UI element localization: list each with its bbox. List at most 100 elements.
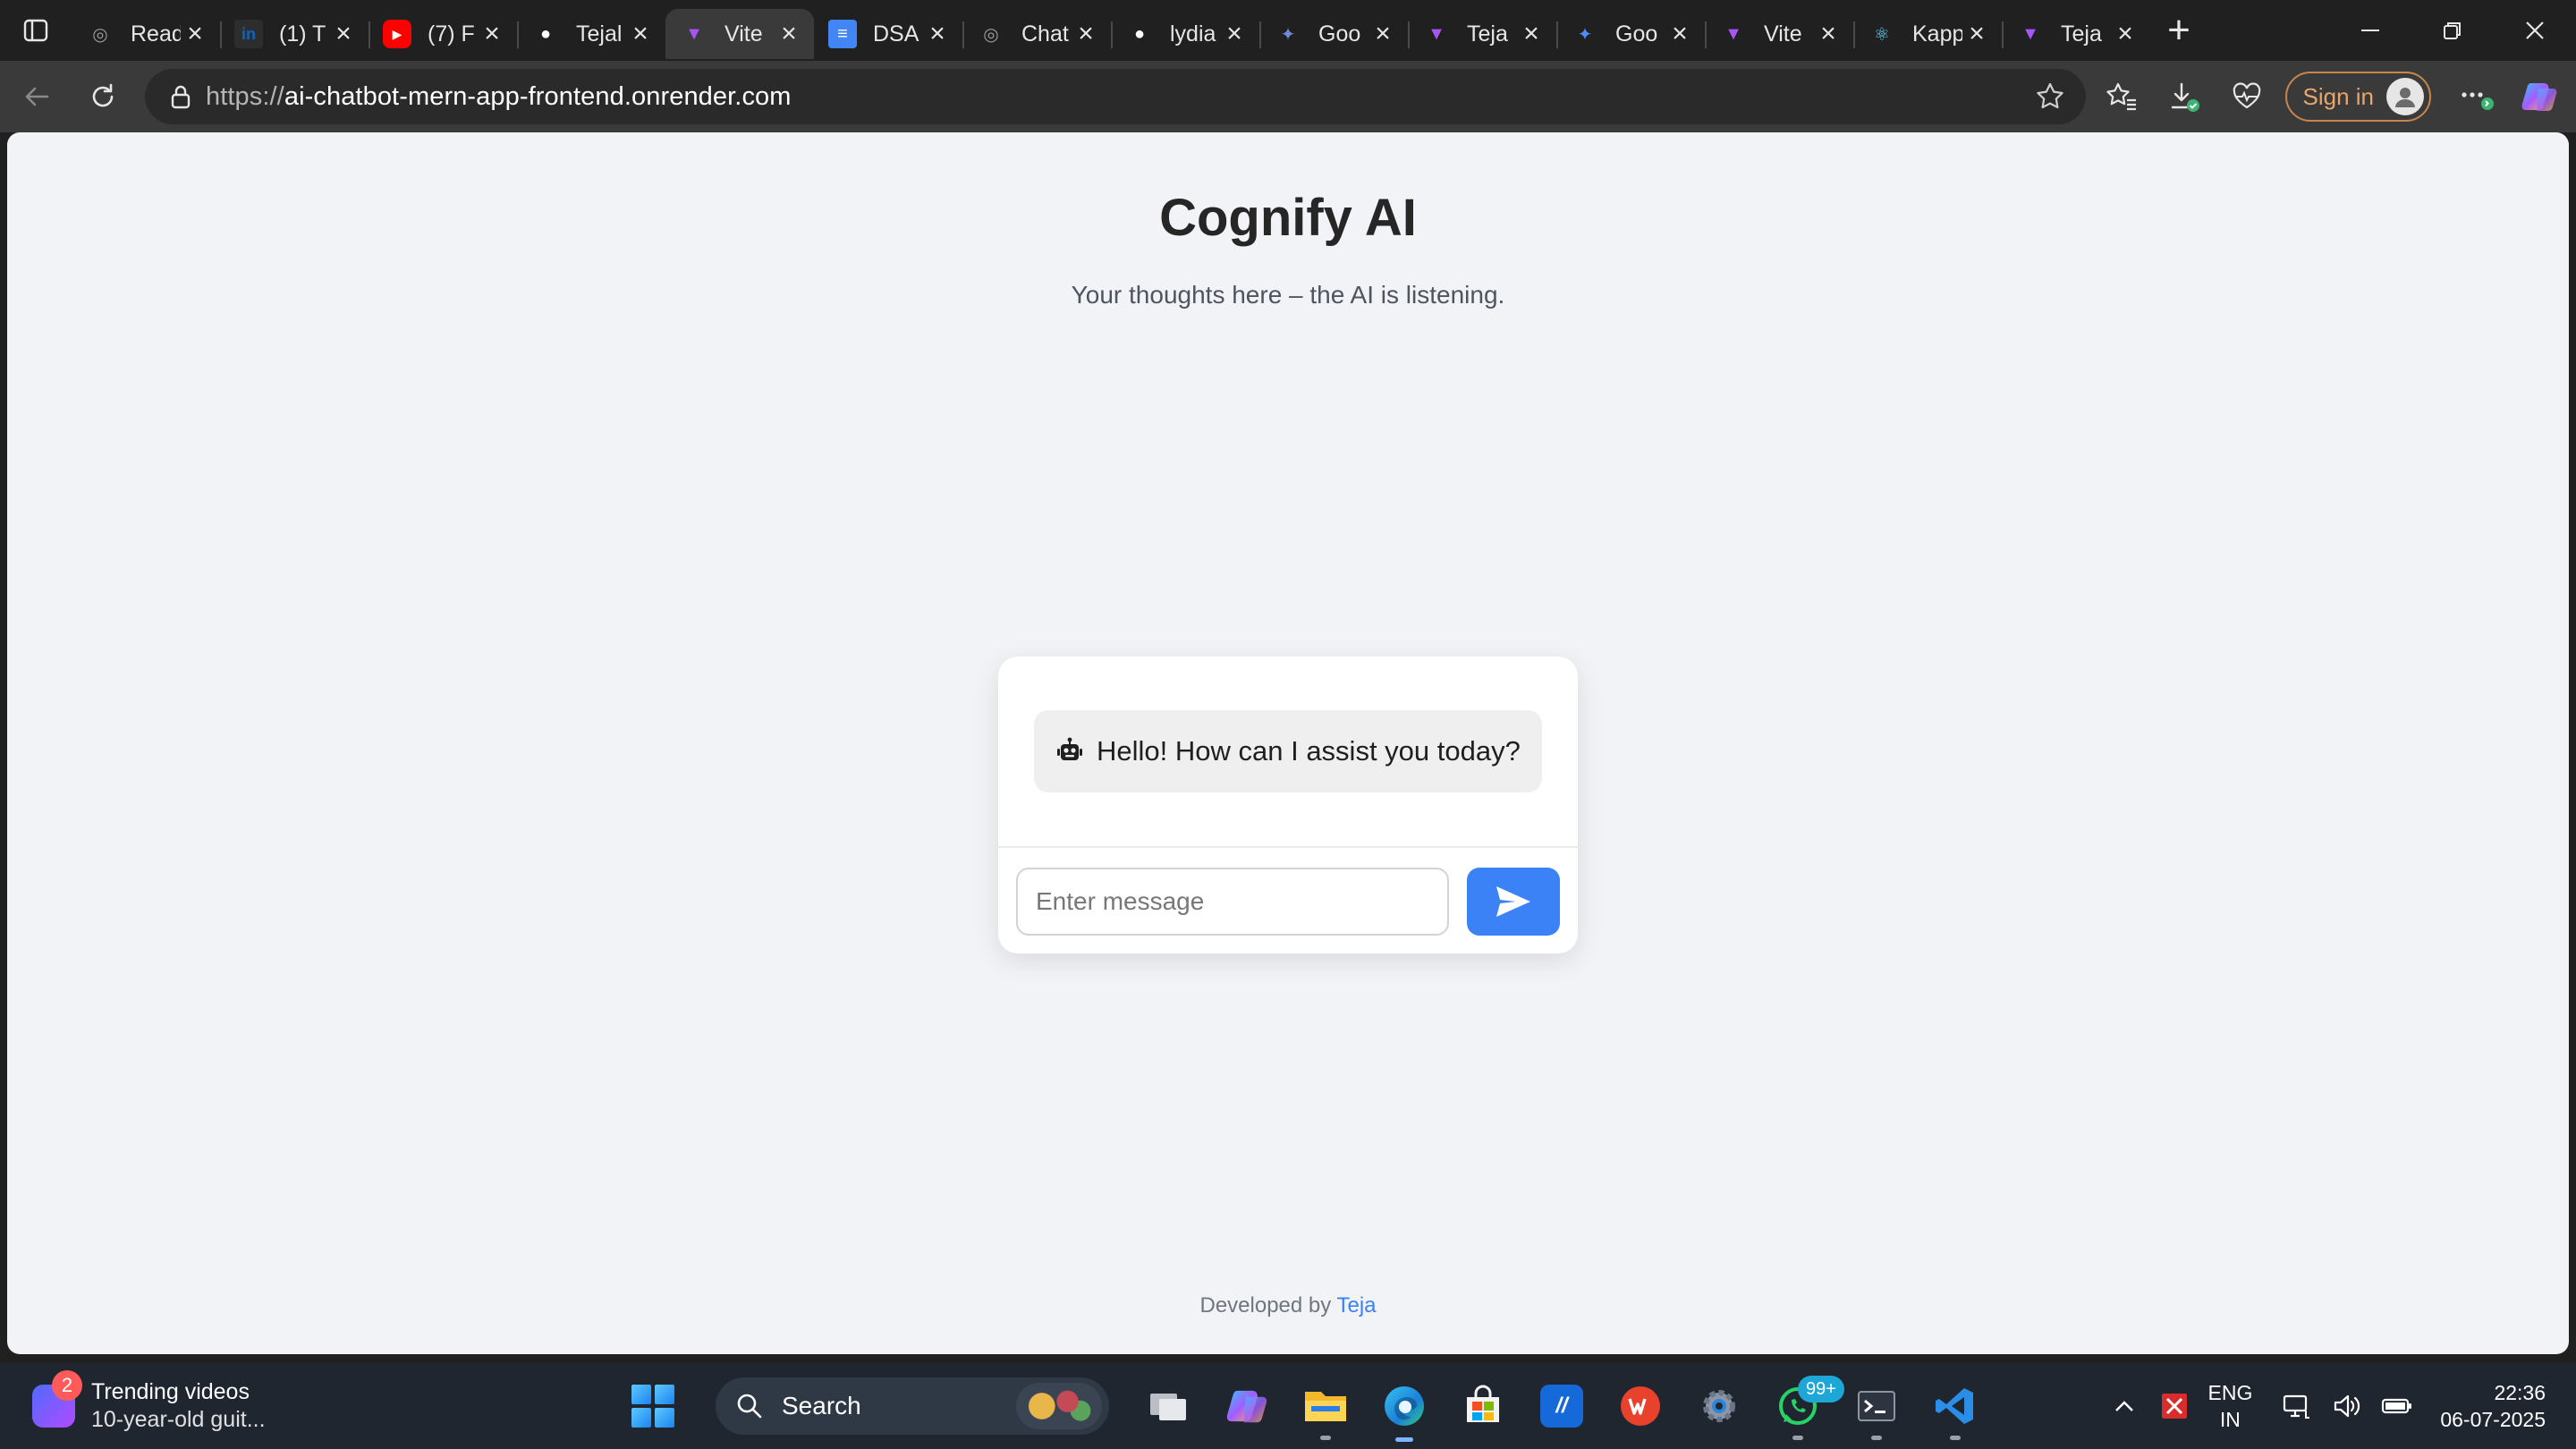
- vscode-app[interactable]: [1916, 1370, 1995, 1442]
- site-info-button[interactable]: [156, 83, 206, 110]
- page-title: Cognify AI: [1159, 189, 1417, 247]
- minimize-button[interactable]: [2329, 0, 2411, 61]
- robot-icon: [1055, 736, 1086, 767]
- github-icon: ●: [539, 23, 552, 44]
- back-button[interactable]: [4, 64, 70, 130]
- reload-icon: [92, 83, 114, 107]
- volume-button[interactable]: [2322, 1379, 2372, 1433]
- address-bar[interactable]: https://ai-chatbot-mern-app-frontend.onr…: [145, 69, 2086, 124]
- microsoft-store-app[interactable]: [1444, 1370, 1522, 1442]
- tab-close-icon[interactable]: ×: [181, 19, 209, 48]
- restore-button[interactable]: [2411, 0, 2494, 61]
- browser-tab[interactable]: ≡ DSA ×: [814, 9, 962, 59]
- lang-primary: ENG: [2207, 1381, 2253, 1404]
- azure-data-studio-app[interactable]: //: [1522, 1370, 1601, 1442]
- network-button[interactable]: [2272, 1379, 2322, 1433]
- sign-in-button[interactable]: Sign in: [2284, 72, 2431, 122]
- tab-title: Tejal: [576, 21, 623, 47]
- browser-essentials-button[interactable]: [2216, 65, 2278, 128]
- file-explorer-app[interactable]: [1286, 1370, 1365, 1442]
- shield-alert-icon: [2161, 1394, 2187, 1419]
- tab-close-icon[interactable]: ×: [1220, 19, 1249, 48]
- tab-close-icon[interactable]: ×: [329, 19, 358, 48]
- search-label: Search: [782, 1392, 861, 1419]
- copilot-app[interactable]: [1208, 1370, 1286, 1442]
- reload-button[interactable]: [70, 64, 136, 130]
- show-hidden-icons-button[interactable]: [2099, 1379, 2149, 1433]
- copilot-button[interactable]: [2508, 65, 2571, 128]
- docs-icon: ≡: [828, 20, 857, 48]
- browser-tab[interactable]: ▼ Teja ×: [1408, 9, 1556, 59]
- network-icon: [2284, 1394, 2310, 1419]
- widgets-subtitle: 10-year-old guit...: [91, 1407, 266, 1432]
- browser-tab[interactable]: ● Tejal ×: [517, 9, 665, 59]
- azure-icon: //: [1540, 1385, 1583, 1428]
- tab-actions-button[interactable]: [0, 0, 72, 61]
- message-input[interactable]: [1016, 868, 1449, 936]
- copilot-app-icon: [1226, 1390, 1267, 1423]
- lang-secondary: IN: [2219, 1408, 2241, 1431]
- tab-close-icon[interactable]: ×: [626, 19, 655, 48]
- downloads-button[interactable]: [2153, 65, 2216, 128]
- footer-prefix: Developed by: [1199, 1293, 1332, 1318]
- browser-tab[interactable]: ✦ Goo ×: [1556, 9, 1705, 59]
- browser-tab[interactable]: ▼ Vite ×: [1705, 9, 1853, 59]
- tab-close-icon[interactable]: ×: [478, 19, 506, 48]
- tab-close-icon[interactable]: ×: [1368, 19, 1397, 48]
- browser-tab[interactable]: ▼ Teja ×: [2002, 9, 2150, 59]
- tab-title: lydia: [1170, 21, 1216, 47]
- widgets-title: Trending videos: [91, 1379, 250, 1404]
- edge-app[interactable]: [1365, 1370, 1444, 1442]
- chevron-up-icon: [2114, 1401, 2133, 1411]
- vite-icon: ▼: [1428, 23, 1445, 44]
- tab-close-icon[interactable]: ×: [775, 19, 803, 48]
- whatsapp-app[interactable]: 99+: [1758, 1370, 1844, 1442]
- settings-more-button[interactable]: [2445, 65, 2508, 128]
- clock-date: 06-07-2025: [2440, 1408, 2546, 1431]
- clock-button[interactable]: 22:36 06-07-2025: [2440, 1379, 2546, 1433]
- browser-tab[interactable]: ▼ Vite ×: [665, 9, 814, 59]
- chat-window: Hello! How can I assist you today?: [998, 657, 1578, 953]
- favorites-button[interactable]: [2090, 65, 2153, 128]
- close-window-button[interactable]: [2494, 0, 2576, 61]
- settings-app[interactable]: [1680, 1370, 1758, 1442]
- browser-tab[interactable]: ✦ Goo ×: [1259, 9, 1408, 59]
- taskbar-apps: Search // 99+: [626, 1370, 1995, 1442]
- send-button[interactable]: [1467, 868, 1560, 936]
- tab-close-icon[interactable]: ×: [1814, 19, 1843, 48]
- footer-author-link[interactable]: Teja: [1336, 1293, 1376, 1318]
- browser-tab[interactable]: ◎ Chat ×: [962, 9, 1111, 59]
- folder-icon: [1305, 1392, 1346, 1421]
- url-text: https://ai-chatbot-mern-app-frontend.onr…: [206, 82, 2023, 112]
- search-highlight-image: [1016, 1383, 1102, 1429]
- widgets-button[interactable]: 2 Trending videos 10-year-old guit...: [32, 1370, 266, 1438]
- new-tab-button[interactable]: +: [2150, 0, 2207, 61]
- tab-close-icon[interactable]: ×: [1962, 19, 1991, 48]
- tab-close-icon[interactable]: ×: [1072, 19, 1100, 48]
- start-button[interactable]: [626, 1379, 680, 1433]
- browser-tab[interactable]: ▶ (7) F ×: [369, 9, 517, 59]
- battery-button[interactable]: [2372, 1379, 2422, 1433]
- browser-toolbar: https://ai-chatbot-mern-app-frontend.onr…: [0, 61, 2576, 132]
- openai-icon: ◎: [983, 24, 999, 45]
- favorite-button[interactable]: [2023, 81, 2077, 112]
- widgets-text: Trending videos 10-year-old guit...: [91, 1379, 266, 1433]
- browser-tab[interactable]: ⚛ Kapp ×: [1853, 9, 2002, 59]
- tab-title: Teja: [1467, 21, 1508, 47]
- tab-actions-icon: [23, 19, 48, 42]
- tab-close-icon[interactable]: ×: [1517, 19, 1546, 48]
- store-icon: [1467, 1385, 1499, 1422]
- terminal-app[interactable]: [1837, 1370, 1916, 1442]
- tab-close-icon[interactable]: ×: [1665, 19, 1694, 48]
- browser-tab[interactable]: ◎ Read ×: [72, 9, 220, 59]
- antivirus-tray-button[interactable]: [2149, 1379, 2199, 1433]
- browser-tab[interactable]: in (1) T ×: [220, 9, 369, 59]
- tab-close-icon[interactable]: ×: [2111, 19, 2140, 48]
- task-view-button[interactable]: [1129, 1370, 1208, 1442]
- page-subtitle: Your thoughts here – the AI is listening…: [1071, 281, 1505, 309]
- input-language-button[interactable]: ENG IN: [2208, 1379, 2253, 1433]
- tab-close-icon[interactable]: ×: [923, 19, 952, 48]
- wps-office-app[interactable]: [1601, 1370, 1680, 1442]
- taskbar-search[interactable]: Search: [716, 1377, 1109, 1435]
- browser-tab[interactable]: ● lydia ×: [1111, 9, 1259, 59]
